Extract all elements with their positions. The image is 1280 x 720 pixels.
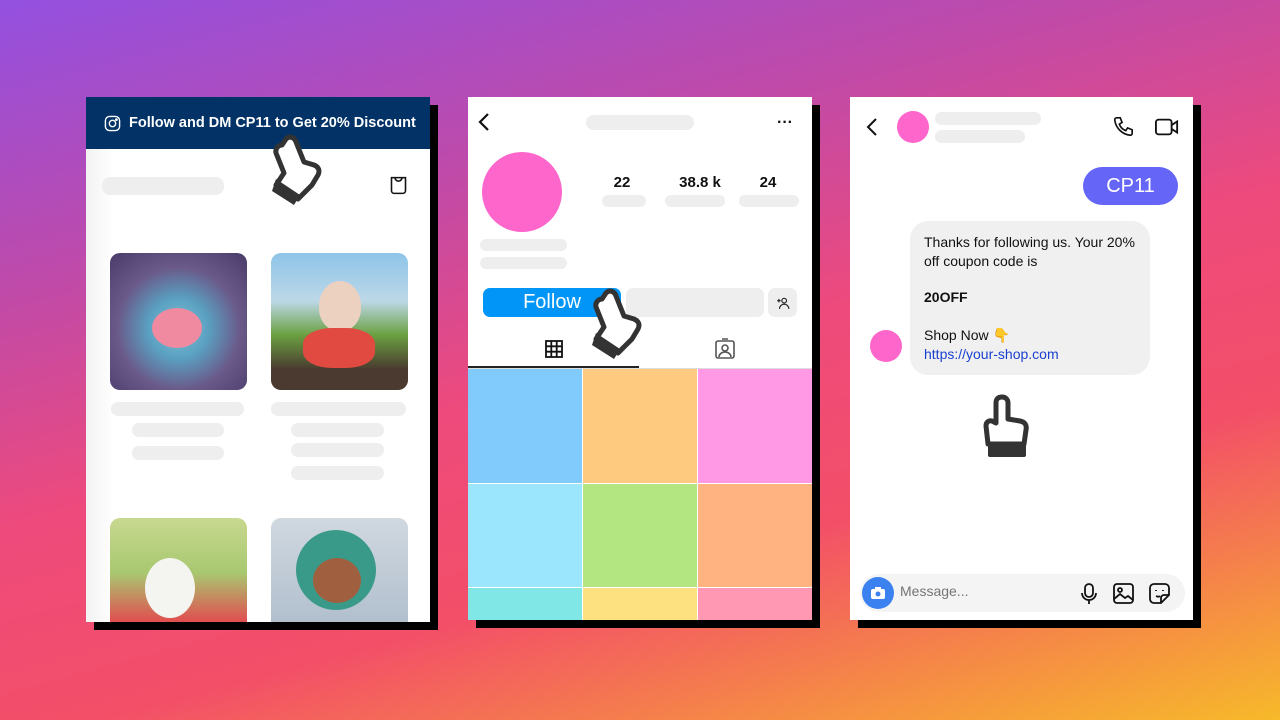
promo-banner[interactable]: Follow and DM CP11 to Get 20% Discount <box>86 97 430 149</box>
phone-icon[interactable] <box>1112 116 1134 138</box>
sent-message: CP11 <box>1083 167 1178 205</box>
received-message: Thanks for following us. Your 20% off co… <box>910 221 1150 375</box>
post-thumbnail[interactable] <box>583 484 697 587</box>
add-user-icon <box>776 297 789 309</box>
username-placeholder <box>586 115 694 130</box>
contact-name-placeholder <box>935 112 1041 125</box>
sticker-icon[interactable] <box>1149 583 1170 604</box>
product-price-placeholder <box>132 423 224 437</box>
product-image[interactable] <box>110 253 247 390</box>
bio-placeholder <box>480 239 567 251</box>
video-call-icon[interactable] <box>1155 116 1179 138</box>
microphone-icon[interactable] <box>1080 583 1098 605</box>
post-thumbnail[interactable] <box>583 369 697 483</box>
profile-panel: ··· 22 38.8 k 24 Follow <box>468 97 812 620</box>
suggest-user-button[interactable] <box>768 288 797 317</box>
product-name-placeholder <box>271 402 406 416</box>
dm-panel: CP11 Thanks for following us. Your 20% o… <box>850 97 1193 620</box>
message-input-bar[interactable] <box>860 574 1185 612</box>
product-placeholder <box>291 443 384 457</box>
stat-label-placeholder <box>665 195 725 207</box>
store-title-placeholder <box>102 177 224 195</box>
sender-avatar <box>870 330 902 362</box>
stat-label-placeholder <box>602 195 646 207</box>
back-chevron-icon[interactable] <box>864 117 880 137</box>
following-count: 24 <box>759 174 777 191</box>
product-placeholder <box>291 466 384 480</box>
bio-placeholder <box>480 257 567 269</box>
product-price-placeholder <box>291 423 384 437</box>
post-thumbnail[interactable] <box>698 369 812 483</box>
store-panel: Follow and DM CP11 to Get 20% Discount <box>86 97 430 622</box>
post-thumbnail[interactable] <box>583 588 697 620</box>
post-thumbnail[interactable] <box>698 588 812 620</box>
posts-count: 22 <box>613 174 631 191</box>
hand-cursor-icon <box>592 288 642 359</box>
followers-count: 38.8 k <box>679 174 721 191</box>
coupon-code: 20OFF <box>924 289 968 305</box>
post-thumbnail[interactable] <box>468 588 582 620</box>
product-image[interactable] <box>271 518 408 622</box>
profile-avatar[interactable] <box>482 152 562 232</box>
post-thumbnail[interactable] <box>468 484 582 587</box>
product-image[interactable] <box>271 253 408 390</box>
camera-icon <box>871 587 885 599</box>
instagram-icon <box>104 115 121 131</box>
shop-now-text: Shop Now 👇 <box>924 327 1010 343</box>
contact-status-placeholder <box>935 130 1025 143</box>
back-chevron-icon[interactable] <box>476 112 492 132</box>
more-options-icon[interactable]: ··· <box>777 114 793 132</box>
camera-button[interactable] <box>862 577 894 609</box>
hand-cursor-icon <box>272 134 322 205</box>
message-text: Thanks for following us. Your 20% off co… <box>924 234 1135 269</box>
grid-tab-icon[interactable] <box>545 340 563 358</box>
shop-link[interactable]: https://your-shop.com <box>924 345 1136 364</box>
contact-avatar[interactable] <box>897 111 929 143</box>
product-image[interactable] <box>110 518 247 622</box>
post-thumbnail[interactable] <box>698 484 812 587</box>
stat-label-placeholder <box>739 195 799 207</box>
product-placeholder <box>132 446 224 460</box>
hand-pointing-up-icon <box>983 394 1029 457</box>
banner-text: Follow and DM CP11 to Get 20% Discount <box>129 115 416 131</box>
gallery-icon[interactable] <box>1113 583 1134 604</box>
post-thumbnail[interactable] <box>468 369 582 483</box>
product-name-placeholder <box>111 402 244 416</box>
shopping-bag-icon[interactable] <box>388 175 409 196</box>
message-input[interactable] <box>900 583 1060 599</box>
tagged-tab-icon[interactable] <box>715 338 735 359</box>
